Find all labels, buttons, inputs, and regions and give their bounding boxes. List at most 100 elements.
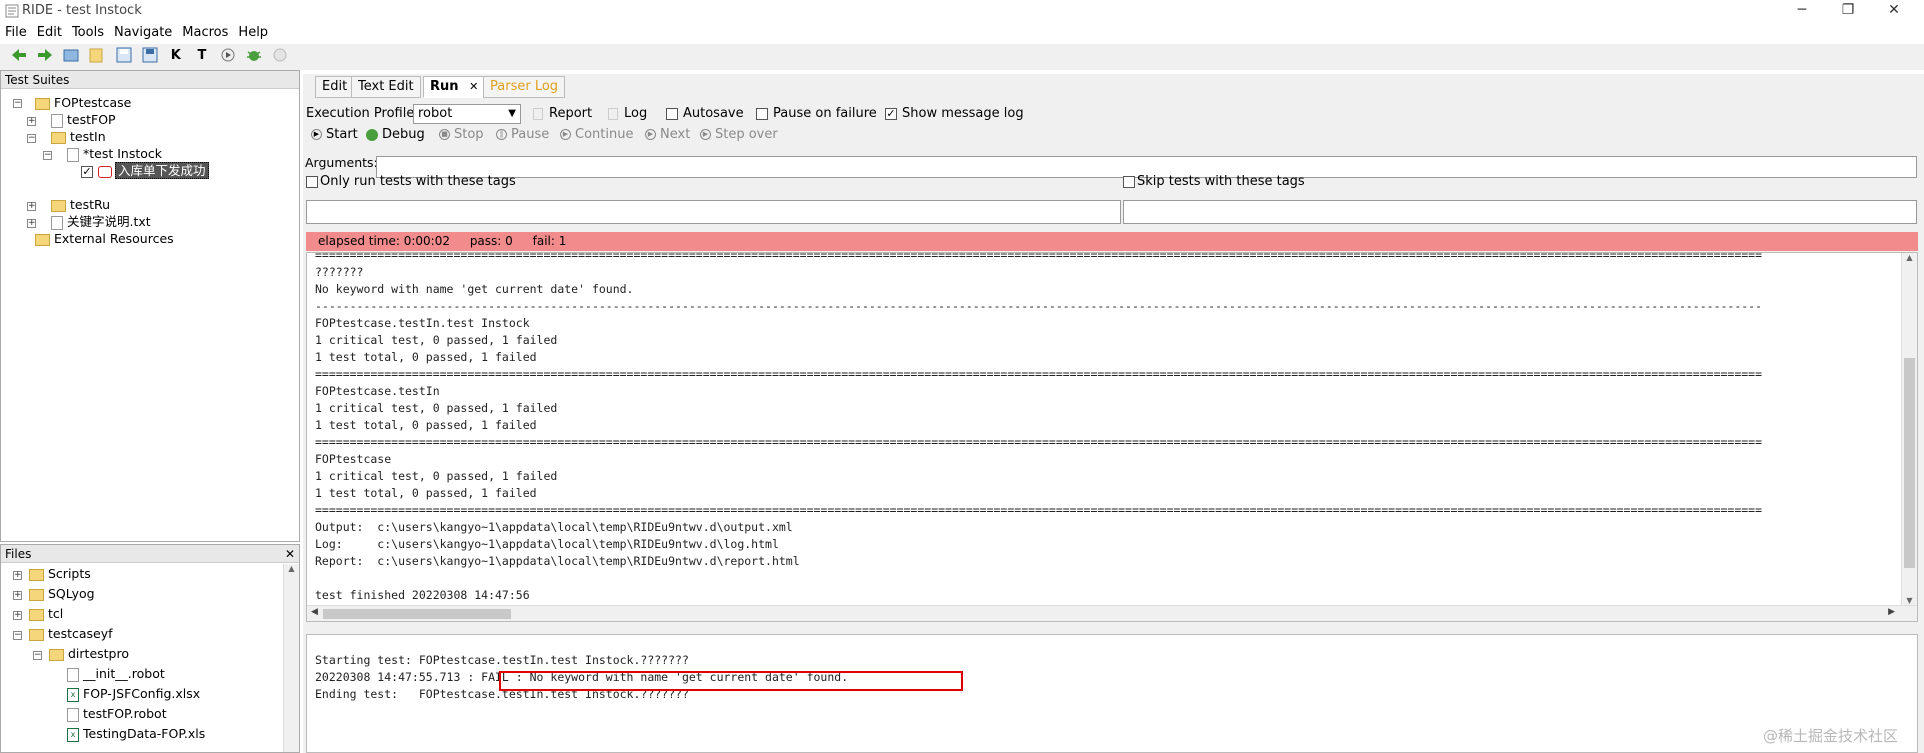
- open-directory-icon[interactable]: [87, 46, 107, 66]
- collapse-toggle[interactable]: −: [13, 631, 22, 640]
- log-button[interactable]: Log: [608, 106, 647, 121]
- collapse-toggle[interactable]: −: [27, 134, 36, 143]
- tree-item-external-resources[interactable]: External Resources: [35, 229, 174, 249]
- continue-icon: ▶: [560, 129, 571, 140]
- expand-toggle[interactable]: +: [27, 117, 36, 126]
- scroll-thumb[interactable]: [323, 609, 511, 619]
- menu-help[interactable]: Help: [233, 22, 273, 44]
- start-button[interactable]: ▶ Start: [311, 127, 358, 142]
- collapse-toggle[interactable]: −: [13, 99, 22, 108]
- scroll-right-arrow[interactable]: ▶: [1888, 607, 1895, 617]
- pass-count: pass: 0: [469, 234, 513, 248]
- console-line: FOPtestcase.testIn.test Instock: [315, 316, 530, 330]
- expand-toggle[interactable]: +: [27, 219, 36, 228]
- skip-tags-checkbox[interactable]: Skip tests with these tags: [1123, 174, 1305, 189]
- save-icon[interactable]: [114, 46, 134, 66]
- include-tags-input[interactable]: [306, 200, 1121, 224]
- scroll-up-arrow[interactable]: ▲: [1902, 253, 1917, 267]
- menu-bar: File Edit Tools Navigate Macros Help: [0, 22, 1924, 44]
- tab-close-icon[interactable]: ✕: [469, 80, 478, 93]
- expand-toggle[interactable]: +: [13, 591, 22, 600]
- collapse-toggle[interactable]: −: [33, 651, 42, 660]
- file-tree-item[interactable]: x FOP-JSFConfig.xlsx: [67, 684, 200, 704]
- close-window-button[interactable]: ✕: [1872, 0, 1916, 22]
- file-tree-item[interactable]: Scripts: [29, 564, 91, 584]
- console-line: test finished 20220308 14:47:56: [315, 588, 530, 602]
- file-tree-item[interactable]: testcaseyf: [29, 624, 113, 644]
- text-search-icon[interactable]: T: [192, 46, 212, 66]
- file-tree-item[interactable]: x TestingData-FOP.xls: [67, 724, 205, 744]
- console-output[interactable]: ========================================…: [306, 252, 1918, 622]
- message-log[interactable]: Starting test: FOPtestcase.testIn.test I…: [306, 634, 1918, 753]
- exclude-tags-input[interactable]: [1123, 200, 1917, 224]
- console-line: ========================================…: [315, 435, 1763, 449]
- debug-icon[interactable]: [244, 46, 264, 66]
- elapsed-time: elapsed time: 0:00:02: [318, 234, 450, 248]
- menu-macros[interactable]: Macros: [177, 22, 233, 44]
- menu-tools[interactable]: Tools: [67, 22, 109, 44]
- console-line: ========================================…: [315, 252, 1763, 262]
- forward-arrow-icon[interactable]: [35, 46, 55, 66]
- console-line: ========================================…: [315, 367, 1763, 381]
- report-button[interactable]: Report: [533, 106, 592, 121]
- expand-toggle[interactable]: +: [13, 611, 22, 620]
- collapse-toggle[interactable]: −: [43, 151, 52, 160]
- step-over-button[interactable]: ▶ Step over: [700, 127, 778, 142]
- files-pane: Files ✕ + Scripts + SQLyog + tcl − testca…: [0, 544, 300, 753]
- expand-toggle[interactable]: +: [27, 202, 36, 211]
- open-suite-icon[interactable]: [61, 46, 81, 66]
- continue-button[interactable]: ▶ Continue: [560, 127, 633, 142]
- close-icon[interactable]: ✕: [285, 545, 295, 563]
- menu-edit[interactable]: Edit: [32, 22, 67, 44]
- menu-navigate[interactable]: Navigate: [109, 22, 177, 44]
- pause-button[interactable]: ‖ Pause: [496, 127, 549, 142]
- run-icon[interactable]: [218, 46, 238, 66]
- pause-on-failure-checkbox[interactable]: Pause on failure: [756, 106, 877, 121]
- window-title: RIDE - test Instock: [22, 3, 142, 18]
- save-all-icon[interactable]: [140, 46, 160, 66]
- tab-text-edit[interactable]: Text Edit: [351, 76, 421, 98]
- file-tree-item[interactable]: SQLyog: [29, 584, 95, 604]
- profile-select[interactable]: robot ▼: [413, 104, 521, 124]
- show-message-log-checkbox[interactable]: ✓ Show message log: [885, 106, 1024, 121]
- expand-toggle[interactable]: +: [13, 571, 22, 580]
- step-over-icon: ▶: [700, 129, 711, 140]
- back-arrow-icon[interactable]: [9, 46, 29, 66]
- tab-run[interactable]: Run ✕: [423, 76, 486, 98]
- scroll-up-arrow[interactable]: ▲: [284, 564, 299, 573]
- stop-icon[interactable]: [270, 46, 290, 66]
- only-run-tags-checkbox[interactable]: Only run tests with these tags: [306, 174, 516, 189]
- fail-highlight-box: [499, 671, 963, 691]
- file-tree-item[interactable]: dirtestpro: [49, 644, 129, 664]
- keyword-search-icon[interactable]: K: [166, 46, 186, 66]
- console-line: FOPtestcase: [315, 452, 392, 466]
- folder-icon: [51, 131, 66, 144]
- folder-icon: [29, 588, 44, 601]
- scroll-thumb[interactable]: [1904, 358, 1915, 568]
- scroll-left-arrow[interactable]: ◀: [311, 607, 318, 617]
- tree-item-test-case[interactable]: ✓ 入库单下发成功: [81, 161, 209, 181]
- console-line: 1 critical test, 0 passed, 1 failed: [315, 401, 558, 415]
- minimize-button[interactable]: ─: [1780, 0, 1824, 22]
- console-horizontal-scrollbar[interactable]: ◀ ▶: [307, 605, 1917, 621]
- files-scrollbar[interactable]: ▲: [283, 564, 299, 752]
- console-vertical-scrollbar[interactable]: ▲ ▼: [1901, 253, 1917, 605]
- next-icon: ▶: [645, 129, 656, 140]
- file-tree-item[interactable]: __init__.robot: [67, 664, 165, 684]
- autosave-checkbox[interactable]: Autosave: [666, 106, 744, 121]
- console-line: ???????: [315, 265, 364, 279]
- file-tree-item[interactable]: testFOP.robot: [67, 704, 167, 724]
- test-case-checkbox[interactable]: ✓: [81, 165, 93, 178]
- restore-button[interactable]: ❐: [1826, 0, 1870, 22]
- stop-button[interactable]: ■ Stop: [439, 127, 484, 142]
- menu-file[interactable]: File: [0, 22, 32, 44]
- debug-button[interactable]: Debug: [366, 127, 425, 142]
- console-line: Log: c:\users\kangyo~1\appdata\local\tem…: [315, 537, 779, 551]
- console-line: Report: c:\users\kangyo~1\appdata\local\…: [315, 554, 800, 568]
- tab-parser-log[interactable]: Parser Log: [483, 76, 566, 98]
- console-line: ========================================…: [315, 503, 1763, 517]
- scroll-down-arrow[interactable]: ▼: [1902, 596, 1917, 605]
- file-tree-item[interactable]: tcl: [29, 604, 63, 624]
- tab-edit[interactable]: Edit: [315, 76, 355, 98]
- next-button[interactable]: ▶ Next: [645, 127, 690, 142]
